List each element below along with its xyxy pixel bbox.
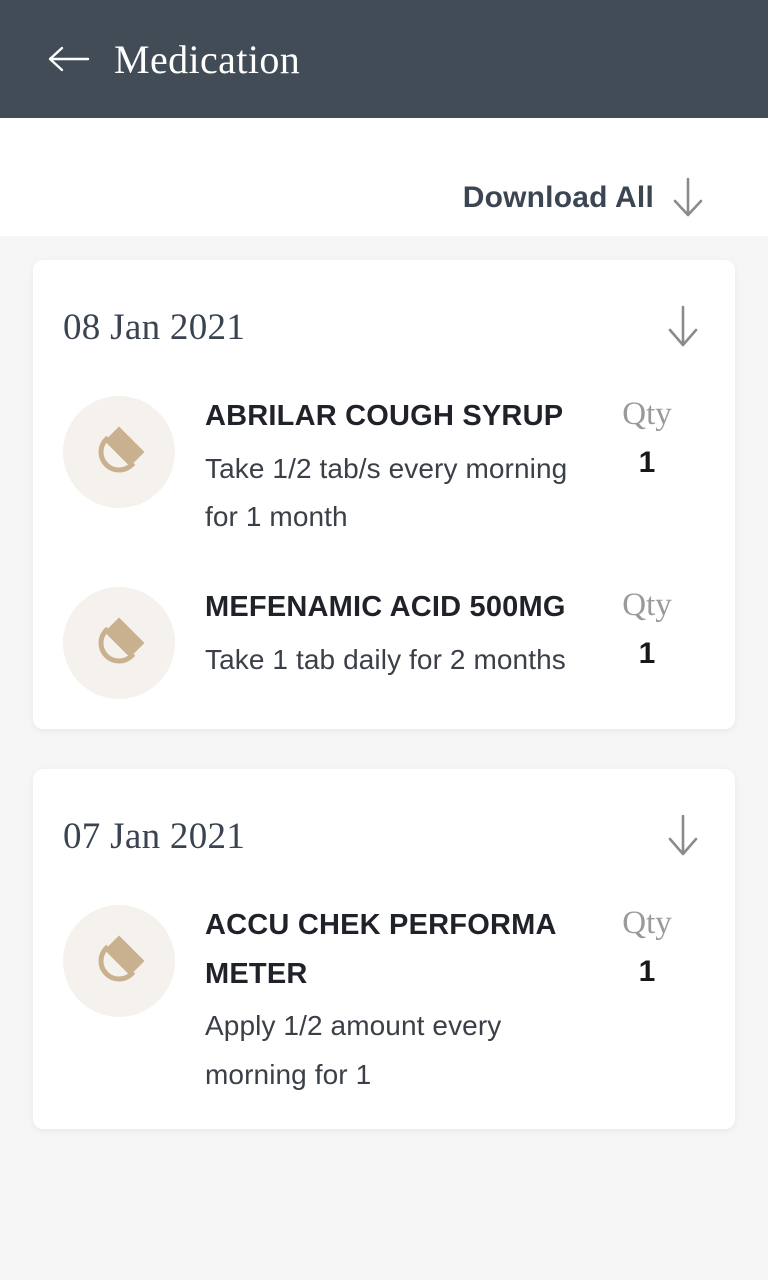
medication-name: ACCU CHEK PERFORMA METER [205, 909, 556, 990]
medication-dose: Take 1/2 tab/s every morning for 1 month [205, 452, 568, 532]
quantity-column: Qty 1 [593, 583, 701, 671]
download-all-label: Download All [462, 181, 654, 214]
scroll-content[interactable]: Download All 08 Jan 2021 ABRILAR COUGH S… [0, 118, 768, 1280]
medication-dose: Take 1 tab daily for 2 months [205, 643, 566, 675]
medication-group-list: 08 Jan 2021 ABRILAR COUGH SYRUP Take 1/2… [0, 260, 768, 1129]
medication-group-card: 08 Jan 2021 ABRILAR COUGH SYRUP Take 1/2… [33, 260, 735, 730]
arrow-down-icon[interactable] [665, 304, 701, 350]
download-all-button[interactable]: Download All [0, 118, 768, 236]
medication-details: ACCU CHEK PERFORMA METER Apply 1/2 amoun… [175, 901, 593, 1099]
arrow-down-icon[interactable] [665, 813, 701, 859]
back-button[interactable] [40, 31, 96, 87]
app-bar: Medication [0, 0, 768, 118]
page-title: Medication [114, 36, 301, 82]
group-date: 08 Jan 2021 [63, 306, 246, 348]
pill-icon [63, 905, 175, 1018]
pill-icon [63, 396, 175, 508]
group-date: 07 Jan 2021 [63, 815, 246, 857]
quantity-column: Qty 1 [593, 392, 701, 480]
quantity-label: Qty [622, 905, 672, 942]
quantity-column: Qty 1 [593, 901, 701, 989]
medication-group-card: 07 Jan 2021 ACCU CHEK PERFORMA METER App… [33, 769, 735, 1129]
medication-name: MEFENAMIC ACID 500MG [205, 591, 566, 624]
pill-icon [63, 587, 175, 700]
medication-row[interactable]: MEFENAMIC ACID 500MG Take 1 tab daily fo… [33, 541, 735, 700]
medication-name: ABRILAR COUGH SYRUP [205, 400, 564, 432]
group-header[interactable]: 08 Jan 2021 [33, 260, 735, 350]
quantity-value: 1 [638, 955, 656, 989]
medication-details: ABRILAR COUGH SYRUP Take 1/2 tab/s every… [175, 392, 593, 541]
medication-details: MEFENAMIC ACID 500MG Take 1 tab daily fo… [175, 583, 593, 684]
group-header[interactable]: 07 Jan 2021 [33, 769, 735, 859]
medication-dose: Apply 1/2 amount every morning for 1 [205, 1010, 502, 1090]
quantity-value: 1 [638, 637, 656, 671]
quantity-label: Qty [622, 396, 672, 432]
arrow-down-icon [670, 176, 706, 220]
arrow-left-icon [48, 46, 90, 72]
medication-row[interactable]: ABRILAR COUGH SYRUP Take 1/2 tab/s every… [33, 350, 735, 541]
quantity-value: 1 [638, 446, 656, 480]
medication-row[interactable]: ACCU CHEK PERFORMA METER Apply 1/2 amoun… [33, 859, 735, 1099]
quantity-label: Qty [622, 587, 672, 624]
